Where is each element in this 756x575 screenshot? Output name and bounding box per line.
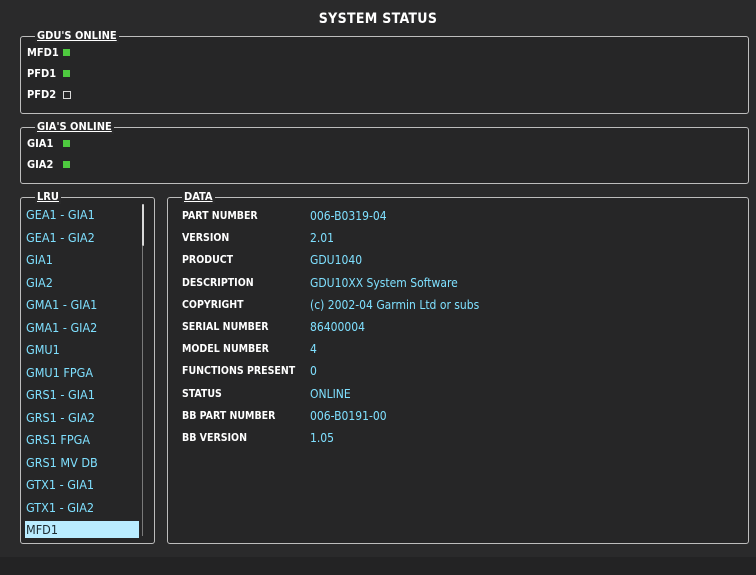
data-value: 86400004 <box>310 320 365 334</box>
data-label: COPYRIGHT <box>182 298 244 311</box>
gdus-row-mfd1: MFD1 <box>27 46 70 59</box>
gdus-row-pfd2: PFD2 <box>27 88 71 101</box>
lru-item[interactable]: MFD1 <box>25 521 139 538</box>
lru-item[interactable]: GIA2 <box>25 274 139 291</box>
gias-online-panel: GIA'S ONLINE GIA1 GIA2 <box>20 120 749 184</box>
lru-item[interactable]: GRS1 - GIA2 <box>25 409 139 426</box>
data-value: 0 <box>310 364 317 379</box>
data-row: DESCRIPTION GDU10XX System Software <box>182 272 458 294</box>
lru-item[interactable]: GIA1 <box>25 251 139 268</box>
online-indicator-icon <box>63 49 70 56</box>
data-label: BB PART NUMBER <box>182 409 276 422</box>
lru-item[interactable]: GMA1 - GIA2 <box>25 319 139 336</box>
lru-legend: LRU <box>35 190 61 204</box>
lru-item[interactable]: GRS1 - GIA1 <box>25 386 139 403</box>
data-row: BB VERSION 1.05 <box>182 427 334 449</box>
gias-name: GIA2 <box>27 158 54 171</box>
data-row: SERIAL NUMBER 86400004 <box>182 316 365 338</box>
data-row: COPYRIGHT (c) 2002-04 Garmin Ltd or subs <box>182 294 479 316</box>
lru-scroll-thumb[interactable] <box>142 204 144 246</box>
data-value: 4 <box>310 342 317 357</box>
lru-item[interactable]: GEA1 - GIA1 <box>25 206 139 223</box>
data-label: FUNCTIONS PRESENT <box>182 365 296 378</box>
offline-indicator-icon <box>63 90 71 99</box>
data-label: STATUS <box>182 387 222 400</box>
gdus-name: PFD2 <box>27 88 57 101</box>
lru-item[interactable]: GTX1 - GIA1 <box>25 476 139 493</box>
data-value: 2.01 <box>310 231 335 246</box>
data-row: STATUS ONLINE <box>182 383 351 405</box>
data-label: BB VERSION <box>182 432 247 444</box>
gdus-online-legend: GDU'S ONLINE <box>35 29 119 43</box>
lru-scrollbar[interactable] <box>142 204 144 536</box>
data-legend: DATA <box>182 190 215 204</box>
data-value: 006-B0319-04 <box>310 209 387 223</box>
lru-item[interactable]: GRS1 MV DB <box>25 454 139 471</box>
data-label: SERIAL NUMBER <box>182 321 269 333</box>
data-panel: DATA PART NUMBER 006-B0319-04 VERSION 2.01 P… <box>167 190 749 544</box>
gias-online-legend: GIA'S ONLINE <box>35 120 114 134</box>
lru-item[interactable]: GEA1 - GIA2 <box>25 229 139 246</box>
gdus-online-panel: GDU'S ONLINE MFD1 PFD1 PFD2 <box>20 29 749 114</box>
lru-item[interactable]: GMU1 FPGA <box>25 364 139 381</box>
data-value: GDU1040 <box>310 253 363 268</box>
data-value: (c) 2002-04 Garmin Ltd or subs <box>310 297 480 312</box>
page-title: SYSTEM STATUS <box>318 11 438 27</box>
data-label: MODEL NUMBER <box>182 343 269 356</box>
gias-name: GIA1 <box>27 137 54 150</box>
data-label: PART NUMBER <box>182 210 258 222</box>
data-value: 006-B0191-00 <box>310 408 387 423</box>
lru-scroll-track <box>142 246 143 536</box>
data-value: GDU10XX System Software <box>310 275 458 290</box>
system-status-screen: SYSTEM STATUS GDU'S ONLINE MFD1 PFD1 PFD2 … <box>0 0 756 575</box>
gias-row-gia1: GIA1 <box>27 137 70 150</box>
data-row: PRODUCT GDU1040 <box>182 249 362 271</box>
online-indicator-icon <box>63 70 70 77</box>
online-indicator-icon <box>63 161 70 168</box>
lru-item[interactable]: GMA1 - GIA1 <box>25 296 139 313</box>
data-row: BB PART NUMBER 006-B0191-00 <box>182 405 387 427</box>
lru-item[interactable]: GTX1 - GIA2 <box>25 499 139 516</box>
data-label: PRODUCT <box>182 254 234 267</box>
data-value: 1.05 <box>310 431 335 445</box>
data-value: ONLINE <box>310 386 351 401</box>
data-row: FUNCTIONS PRESENT 0 <box>182 360 317 382</box>
gdus-row-pfd1: PFD1 <box>27 67 70 80</box>
data-row: VERSION 2.01 <box>182 227 334 249</box>
gias-row-gia2: GIA2 <box>27 158 70 171</box>
gdus-name: MFD1 <box>27 46 59 59</box>
lru-item[interactable]: GRS1 FPGA <box>25 431 139 448</box>
gdus-name: PFD1 <box>27 67 57 80</box>
data-label: VERSION <box>182 232 230 245</box>
online-indicator-icon <box>63 140 70 147</box>
data-row: PART NUMBER 006-B0319-04 <box>182 205 387 227</box>
lru-panel: LRU GEA1 - GIA1 GEA1 - GIA2 GIA1 GIA2 GMA1 -… <box>20 190 155 544</box>
lru-item[interactable]: GMU1 <box>25 341 139 358</box>
data-label: DESCRIPTION <box>182 276 254 289</box>
data-row: MODEL NUMBER 4 <box>182 338 317 360</box>
softkey-bar <box>0 557 756 575</box>
